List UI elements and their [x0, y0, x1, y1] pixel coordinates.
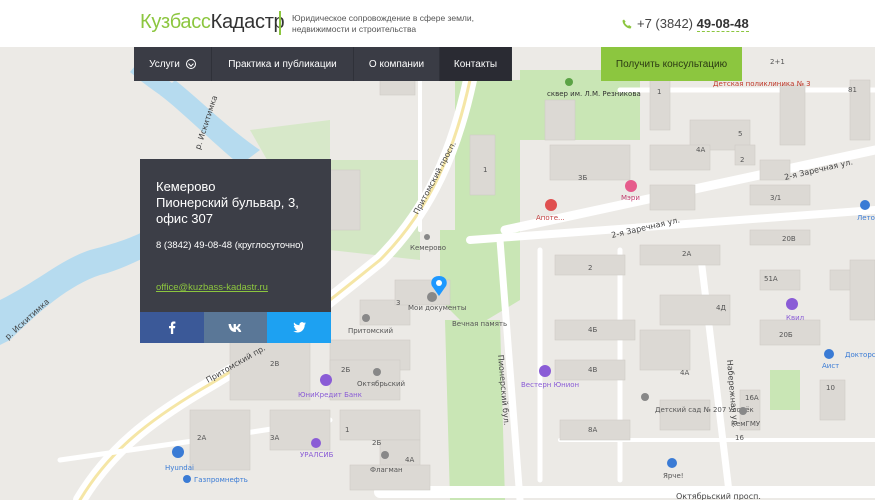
nav-item-about[interactable]: О компании	[354, 47, 440, 81]
nav-item-label: О компании	[368, 58, 425, 70]
svg-text:4Д: 4Д	[716, 304, 726, 312]
svg-text:5: 5	[738, 130, 742, 138]
phone-prefix: +7 (3842)	[637, 16, 694, 31]
map-label-kemerovo: Кемерово	[410, 244, 446, 252]
logo[interactable]: КузбассКадастр	[140, 11, 285, 34]
map-label-doctor: Докторская	[845, 351, 875, 359]
svg-text:8А: 8А	[588, 426, 597, 434]
map-label-leto: Лето	[857, 214, 875, 222]
svg-text:81: 81	[848, 86, 857, 94]
twitter-button[interactable]	[267, 312, 332, 343]
facebook-icon	[168, 321, 176, 334]
card-email-link[interactable]: office@kuzbass-kadastr.ru	[156, 282, 268, 293]
svg-text:4А: 4А	[680, 369, 689, 377]
svg-text:3: 3	[396, 299, 400, 307]
map-label-square: сквер им. Л.М. Резникова	[547, 90, 641, 98]
contact-card: Кемерово Пионерский бульвар, 3, офис 307…	[140, 159, 332, 343]
vk-icon	[228, 323, 241, 332]
card-address: Пионерский бульвар, 3, офис 307	[156, 195, 299, 226]
map-label-uralsib: УРАЛСИБ	[300, 451, 334, 459]
chevron-down-icon	[185, 59, 196, 69]
map-label-oktyabrsky: Октябрьский просп.	[676, 492, 761, 500]
map-label-pritomsky-poi: Притомский	[348, 327, 393, 335]
svg-text:3А: 3А	[270, 434, 279, 442]
card-phone[interactable]: 8 (3842) 49-08-48 (круглосуточно)	[156, 240, 304, 251]
map-label-yarche: Ярче!	[663, 472, 684, 480]
svg-text:3/1: 3/1	[770, 194, 781, 202]
map-label-vechnaya: Вечная память	[452, 320, 507, 328]
nav-item-services[interactable]: Услуги	[134, 47, 212, 81]
header-phone[interactable]: +7 (3842) 49-08-48	[622, 16, 749, 32]
logo-part-2: Кадастр	[210, 11, 285, 33]
nav-item-label: Услуги	[149, 58, 180, 70]
svg-text:2+1: 2+1	[770, 58, 785, 66]
svg-text:3Б: 3Б	[578, 174, 587, 182]
svg-text:2Б: 2Б	[341, 366, 350, 374]
consultation-button[interactable]: Получить консультацию	[601, 47, 742, 81]
map-label-unicredit: ЮниКредит Банк	[298, 391, 362, 399]
svg-text:4А: 4А	[696, 146, 705, 154]
nav-item-label: Контакты	[453, 58, 498, 70]
svg-text:4А: 4А	[405, 456, 414, 464]
svg-text:10: 10	[826, 384, 835, 392]
svg-text:1: 1	[345, 426, 349, 434]
svg-text:16А: 16А	[745, 394, 759, 402]
vk-button[interactable]	[203, 312, 268, 343]
phone-icon	[622, 19, 632, 29]
svg-text:1: 1	[657, 88, 661, 96]
svg-text:2: 2	[588, 264, 592, 272]
logo-divider	[279, 11, 281, 35]
site-header: КузбассКадастр Юридическое сопровождение…	[0, 0, 875, 47]
svg-text:1: 1	[483, 166, 487, 174]
map-label-polyclinic: Детская поликлиника № 3	[713, 80, 811, 88]
svg-text:2А: 2А	[197, 434, 206, 442]
tagline: Юридическое сопровождение в сфере земли,…	[292, 13, 474, 34]
svg-text:2: 2	[740, 156, 744, 164]
svg-text:2А: 2А	[682, 250, 691, 258]
map-label-western: Вестерн Юнион	[521, 381, 579, 389]
nav-item-contacts[interactable]: Контакты	[440, 47, 512, 81]
map-label-oktyabrsky-poi: Октябрьский	[357, 380, 405, 388]
svg-text:51А: 51А	[764, 275, 778, 283]
nav-item-practice[interactable]: Практика и публикации	[212, 47, 354, 81]
map-label-meri: Мэри	[621, 194, 640, 202]
svg-text:16: 16	[735, 434, 744, 442]
map-label-hyundai: Hyundai	[165, 464, 194, 472]
facebook-button[interactable]	[140, 312, 204, 343]
map-label-kindergarten: Детский сад № 207 Уголёк	[655, 406, 754, 414]
logo-part-1: Кузбасс	[140, 11, 211, 33]
svg-text:20Б: 20Б	[779, 331, 793, 339]
phone-number: 49-08-48	[696, 16, 749, 32]
map-label-kemgmu: КемГМУ	[731, 420, 761, 428]
map-label-flagman: Флагман	[370, 466, 403, 474]
map-label-aist: Аист	[822, 362, 839, 370]
svg-text:2В: 2В	[270, 360, 279, 368]
twitter-icon	[292, 322, 306, 333]
map-label-aptek: Апоте...	[536, 214, 565, 222]
social-links	[140, 312, 332, 343]
svg-text:20В: 20В	[782, 235, 796, 243]
page: Притомский просп. Притомский пр. 2-я Зар…	[0, 0, 875, 500]
svg-text:4Б: 4Б	[588, 326, 597, 334]
map-label-my-docs: Мои документы	[408, 304, 466, 312]
nav-item-label: Практика и публикации	[228, 58, 337, 70]
svg-text:4В: 4В	[588, 366, 597, 374]
map-label-gazprom: Газпромнефть	[194, 476, 248, 484]
svg-text:2Б: 2Б	[372, 439, 381, 447]
map-label-kvil: Квил	[786, 314, 804, 322]
card-city: Кемерово	[156, 179, 216, 194]
